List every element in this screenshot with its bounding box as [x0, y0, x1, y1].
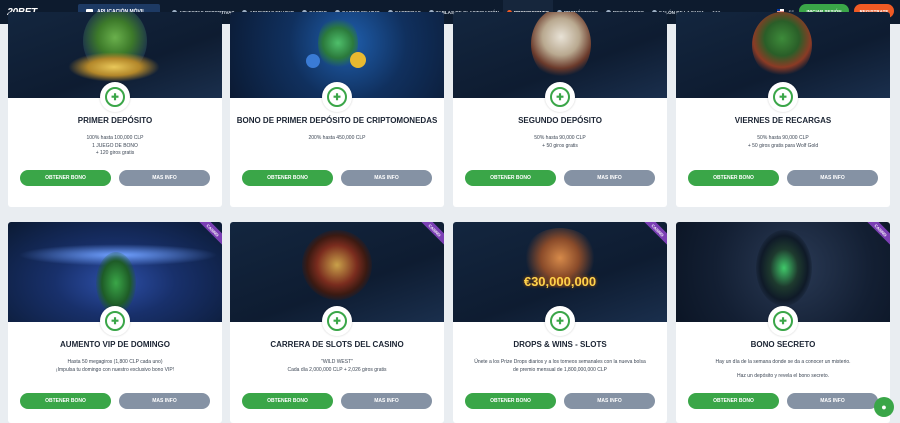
- more-info-button[interactable]: MAS INFO: [341, 393, 432, 409]
- get-bonus-button[interactable]: OBTENER BONO: [465, 170, 556, 186]
- promo-card: €30,000,000 CASINO ✚ DROPS & WINS - SLOT…: [453, 222, 667, 423]
- promo-title: VIERNES DE RECARGAS: [734, 116, 832, 125]
- get-bonus-button[interactable]: OBTENER BONO: [242, 170, 333, 186]
- jackpot-banner-text: €30,000,000: [523, 274, 597, 289]
- promo-badge-icon: ✚: [322, 82, 352, 112]
- promo-badge-icon: ✚: [768, 306, 798, 336]
- promo-card: CASINO ✚ BONO SECRETO Hay un día de la s…: [676, 222, 890, 423]
- more-info-button[interactable]: MAS INFO: [787, 170, 878, 186]
- promo-title: SEGUNDO DEPÓSITO: [518, 116, 602, 125]
- promo-badge-icon: ✚: [100, 82, 130, 112]
- promo-card: ✚ VIERNES DE RECARGAS 50% hasta 90,000 C…: [676, 12, 890, 207]
- more-info-button[interactable]: MAS INFO: [564, 393, 655, 409]
- more-info-button[interactable]: MAS INFO: [119, 393, 210, 409]
- promo-title: CARRERA DE SLOTS DEL CASINO: [270, 340, 404, 349]
- promo-description: 50% hasta 90,000 CLP + 50 giros gratis: [534, 135, 586, 149]
- promo-badge-icon: ✚: [322, 306, 352, 336]
- promo-description: Hay un día de la semana donde se da a co…: [715, 359, 851, 379]
- get-bonus-button[interactable]: OBTENER BONO: [688, 170, 779, 186]
- promo-badge-icon: ✚: [100, 306, 130, 336]
- promo-badge-icon: ✚: [545, 82, 575, 112]
- promo-title: BONO DE PRIMER DEPÓSITO DE CRIPTOMONEDAS: [236, 116, 438, 125]
- promo-title: DROPS & WINS - SLOTS: [513, 340, 607, 349]
- get-bonus-button[interactable]: OBTENER BONO: [20, 393, 111, 409]
- promo-description: 100% hasta 100,000 CLP 1 JUEGO DE BONO +…: [86, 135, 144, 156]
- get-bonus-button[interactable]: OBTENER BONO: [465, 393, 556, 409]
- promo-badge-icon: ✚: [768, 82, 798, 112]
- promo-title: PRIMER DEPÓSITO: [77, 116, 153, 125]
- promo-card: ✚ SEGUNDO DEPÓSITO 50% hasta 90,000 CLP …: [453, 12, 667, 207]
- promo-description: Hasta 50 megagiros (1,800 CLP cada uno) …: [55, 359, 175, 373]
- promo-card: ✚ BONO DE PRIMER DEPÓSITO DE CRIPTOMONED…: [230, 12, 444, 207]
- promo-card: CASINO ✚ CARRERA DE SLOTS DEL CASINO "WI…: [230, 222, 444, 423]
- more-info-button[interactable]: MAS INFO: [564, 170, 655, 186]
- promo-description: "WILD WEST" Cada día 2,000,000 CLP + 2,0…: [287, 359, 387, 373]
- promo-description: Únete a los Prize Drops diarios y a los …: [474, 359, 646, 373]
- get-bonus-button[interactable]: OBTENER BONO: [688, 393, 779, 409]
- promo-card: CASINO ✚ AUMENTO VIP DE DOMINGO Hasta 50…: [8, 222, 222, 423]
- get-bonus-button[interactable]: OBTENER BONO: [242, 393, 333, 409]
- promo-badge-icon: ✚: [545, 306, 575, 336]
- promo-description: 200% hasta 450,000 CLP: [308, 135, 366, 141]
- more-info-button[interactable]: MAS INFO: [119, 170, 210, 186]
- promo-title: BONO SECRETO: [750, 340, 816, 349]
- more-info-button[interactable]: MAS INFO: [787, 393, 878, 409]
- promo-card: ✚ PRIMER DEPÓSITO 100% hasta 100,000 CLP…: [8, 12, 222, 207]
- promo-title: AUMENTO VIP DE DOMINGO: [60, 340, 170, 349]
- get-bonus-button[interactable]: OBTENER BONO: [20, 170, 111, 186]
- chat-icon[interactable]: ●: [874, 397, 894, 417]
- more-info-button[interactable]: MAS INFO: [341, 170, 432, 186]
- promo-description: 50% hasta 90,000 CLP + 50 giros gratis p…: [747, 135, 819, 149]
